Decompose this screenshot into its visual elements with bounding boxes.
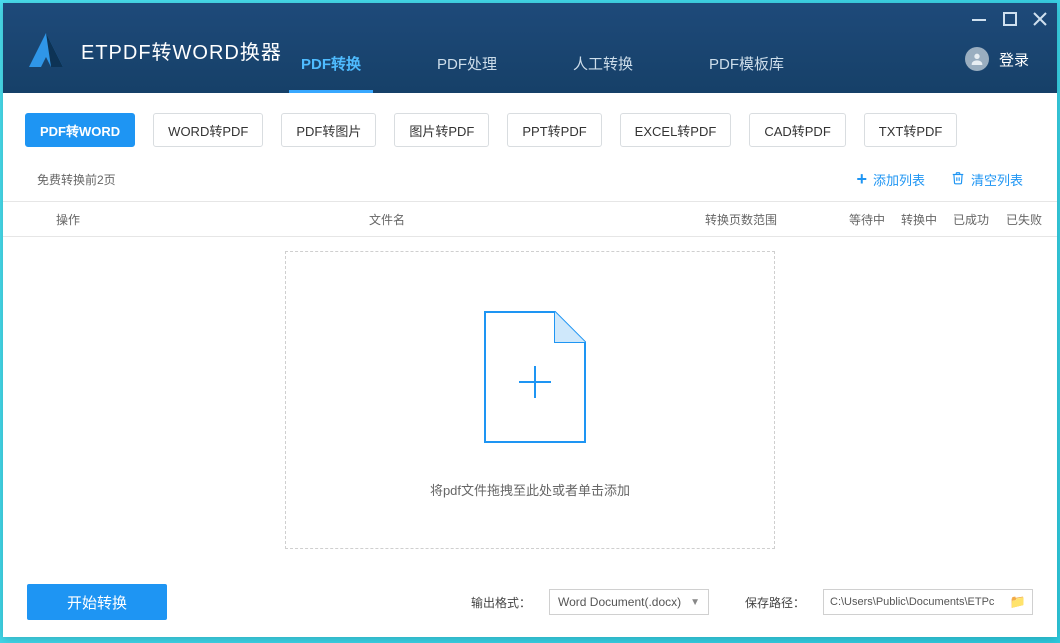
col-failed: 已失败 — [997, 211, 1057, 228]
logo-area: ETPDF转WORD换器 — [21, 25, 282, 75]
type-image-to-pdf[interactable]: 图片转PDF — [394, 113, 489, 147]
type-cad-to-pdf[interactable]: CAD转PDF — [749, 113, 845, 147]
col-filename: 文件名 — [133, 211, 641, 228]
save-path-label: 保存路径： — [745, 594, 805, 611]
close-button[interactable] — [1033, 12, 1047, 30]
conversion-type-bar: PDF转WORD WORD转PDF PDF转图片 图片转PDF PPT转PDF … — [3, 103, 1057, 157]
type-ppt-to-pdf[interactable]: PPT转PDF — [507, 113, 601, 147]
file-add-icon — [465, 302, 595, 452]
col-operation: 操作 — [3, 211, 133, 228]
folder-icon: 📁 — [1010, 594, 1026, 610]
tab-pdf-process[interactable]: PDF处理 — [429, 53, 505, 93]
tab-pdf-templates[interactable]: PDF模板库 — [701, 53, 792, 93]
col-success: 已成功 — [945, 211, 997, 228]
bottom-bar: 开始转换 输出格式： Word Document(.docx) ▼ 保存路径： … — [3, 567, 1057, 637]
type-txt-to-pdf[interactable]: TXT转PDF — [864, 113, 958, 147]
actions-row: 免费转换前2页 + 添加列表 清空列表 — [3, 157, 1057, 201]
maximize-button[interactable] — [1003, 12, 1017, 30]
output-format-label: 输出格式： — [471, 594, 531, 611]
minimize-button[interactable] — [971, 11, 987, 31]
avatar-icon — [965, 47, 989, 71]
tab-pdf-convert[interactable]: PDF转换 — [293, 53, 369, 93]
clear-list-button[interactable]: 清空列表 — [951, 170, 1023, 189]
col-converting: 转换中 — [893, 211, 945, 228]
dropzone-hint: 将pdf文件拖拽至此处或者单击添加 — [430, 480, 630, 499]
logo-icon — [21, 25, 71, 75]
plus-icon: + — [856, 169, 867, 190]
content-area: 将pdf文件拖拽至此处或者单击添加 — [3, 237, 1057, 567]
type-pdf-to-word[interactable]: PDF转WORD — [25, 113, 135, 147]
type-excel-to-pdf[interactable]: EXCEL转PDF — [620, 113, 732, 147]
col-waiting: 等待中 — [841, 211, 893, 228]
app-window: ETPDF转WORD换器 登录 PDF转换 PDF处理 人工转换 PDF模板库 … — [3, 3, 1057, 637]
chevron-down-icon: ▼ — [690, 597, 700, 608]
tab-manual-convert[interactable]: 人工转换 — [565, 53, 641, 93]
start-convert-button[interactable]: 开始转换 — [27, 584, 167, 620]
window-controls — [971, 11, 1047, 31]
output-format-select[interactable]: Word Document(.docx) ▼ — [549, 589, 709, 615]
file-dropzone[interactable]: 将pdf文件拖拽至此处或者单击添加 — [285, 251, 775, 549]
type-pdf-to-image[interactable]: PDF转图片 — [281, 113, 376, 147]
titlebar: ETPDF转WORD换器 登录 PDF转换 PDF处理 人工转换 PDF模板库 — [3, 3, 1057, 93]
add-list-button[interactable]: + 添加列表 — [856, 169, 925, 190]
login-label: 登录 — [999, 49, 1029, 70]
login-button[interactable]: 登录 — [965, 47, 1029, 71]
free-hint-label: 免费转换前2页 — [37, 171, 116, 188]
app-title: ETPDF转WORD换器 — [81, 36, 282, 65]
col-page-range: 转换页数范围 — [641, 211, 841, 228]
type-word-to-pdf[interactable]: WORD转PDF — [153, 113, 263, 147]
table-header: 操作 文件名 转换页数范围 等待中 转换中 已成功 已失败 — [3, 201, 1057, 237]
nav-tabs: PDF转换 PDF处理 人工转换 PDF模板库 — [293, 53, 792, 93]
trash-icon — [951, 171, 965, 188]
save-path-input[interactable]: C:\Users\Public\Documents\ETPc 📁 — [823, 589, 1033, 615]
